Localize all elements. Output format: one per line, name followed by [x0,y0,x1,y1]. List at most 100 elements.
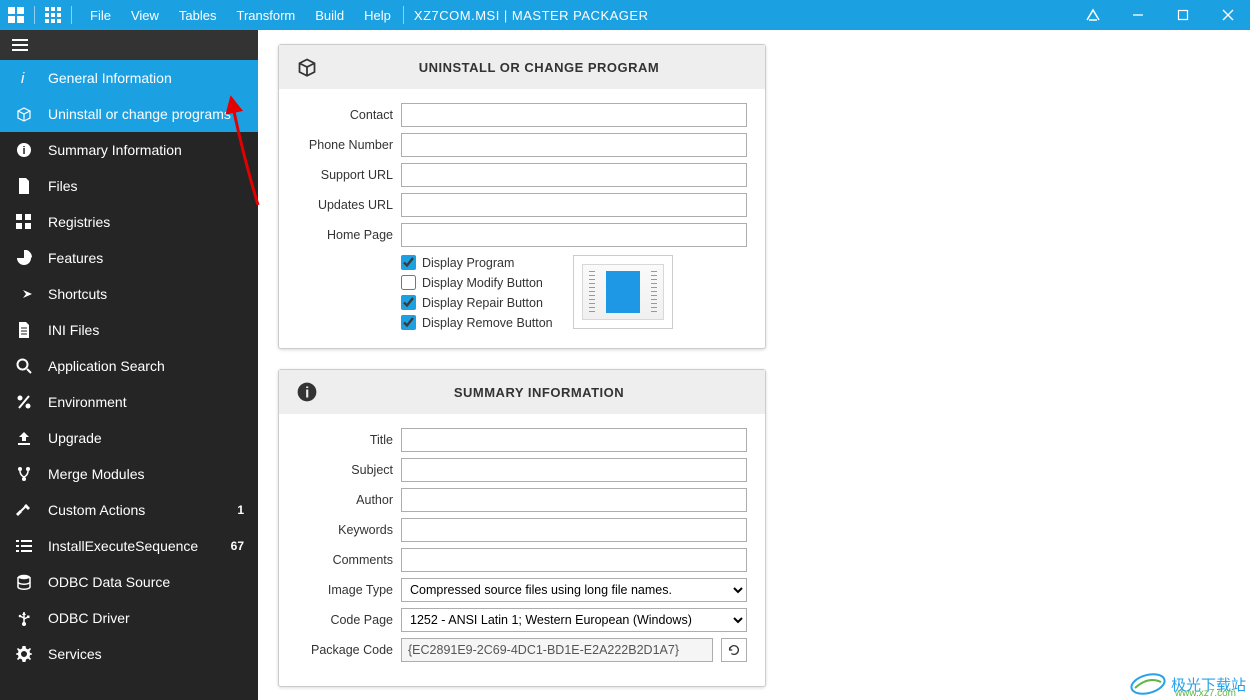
sidebar-item-odbc-driver[interactable]: ODBC Driver [0,600,258,636]
sidebar-item-uninstall[interactable]: Uninstall or change programs [0,96,258,132]
input-title[interactable] [401,428,747,452]
check-display-repair[interactable] [401,295,416,310]
badge: 1 [237,503,244,517]
info-italic-icon: i [14,70,34,86]
list-icon [14,538,34,554]
tools-icon [14,502,34,518]
sidebar-item-general-information[interactable]: i General Information [0,60,258,96]
sidebar-item-services[interactable]: Services [0,636,258,672]
doc-icon [14,322,34,338]
menu-help[interactable]: Help [354,0,401,30]
label-author: Author [297,493,393,507]
grid-icon[interactable] [43,5,63,25]
sidebar-item-label: InstallExecuteSequence [48,538,198,554]
panel-title: SUMMARY INFORMATION [329,385,749,400]
sidebar-item-environment[interactable]: Environment [0,384,258,420]
sidebar-item-label: Services [48,646,102,662]
sidebar-item-summary[interactable]: i Summary Information [0,132,258,168]
menu-view[interactable]: View [121,0,169,30]
label-updates: Updates URL [297,198,393,212]
package-icon [295,57,319,77]
close-button[interactable] [1205,0,1250,30]
sidebar-item-upgrade[interactable]: Upgrade [0,420,258,456]
panel-summary: i SUMMARY INFORMATION Title Subject Auth… [278,369,766,687]
label-package-code: Package Code [297,643,393,657]
sidebar: i General Information Uninstall or chang… [0,30,258,700]
label-keywords: Keywords [297,523,393,537]
sidebar-item-label: Shortcuts [48,286,107,302]
sidebar-item-merge[interactable]: Merge Modules [0,456,258,492]
sidebar-hamburger[interactable] [0,30,258,60]
sidebar-item-label: INI Files [48,322,99,338]
label-home: Home Page [297,228,393,242]
sidebar-item-label: Upgrade [48,430,102,446]
toolbar-extra-icon[interactable] [1070,0,1115,30]
percent-icon [14,394,34,410]
merge-icon [14,466,34,482]
grid-icon [14,214,34,230]
input-subject[interactable] [401,458,747,482]
input-keywords[interactable] [401,518,747,542]
check-label: Display Program [422,256,514,270]
sidebar-item-label: ODBC Data Source [48,574,170,590]
sidebar-item-ini[interactable]: INI Files [0,312,258,348]
input-contact[interactable] [401,103,747,127]
sidebar-item-odbc-source[interactable]: ODBC Data Source [0,564,258,600]
search-icon [14,358,34,374]
select-image-type[interactable]: Compressed source files using long file … [401,578,747,602]
label-support: Support URL [297,168,393,182]
badge: 67 [231,539,244,553]
select-code-page[interactable]: 1252 - ANSI Latin 1; Western European (W… [401,608,747,632]
share-icon [14,286,34,302]
menu-transform[interactable]: Transform [226,0,305,30]
check-display-modify[interactable] [401,275,416,290]
sidebar-item-label: Uninstall or change programs [48,106,231,122]
sidebar-item-label: Custom Actions [48,502,145,518]
input-comments[interactable] [401,548,747,572]
input-updates[interactable] [401,193,747,217]
watermark: 极光下载站 www.xz7.com [1129,670,1246,698]
check-display-remove[interactable] [401,315,416,330]
sidebar-item-install-sequence[interactable]: InstallExecuteSequence 67 [0,528,258,564]
sidebar-item-shortcuts[interactable]: Shortcuts [0,276,258,312]
check-label: Display Repair Button [422,296,543,310]
regenerate-button[interactable] [721,638,747,662]
window-title: XZ7COM.MSI | MASTER PACKAGER [406,8,649,23]
content-area: UNINSTALL OR CHANGE PROGRAM Contact Phon… [258,30,1250,700]
label-image-type: Image Type [297,583,393,597]
sidebar-item-label: Merge Modules [48,466,145,482]
sidebar-item-label: Features [48,250,103,266]
menu-tables[interactable]: Tables [169,0,227,30]
label-contact: Contact [297,108,393,122]
check-label: Display Remove Button [422,316,553,330]
check-display-program[interactable] [401,255,416,270]
maximize-button[interactable] [1160,0,1205,30]
panel-uninstall: UNINSTALL OR CHANGE PROGRAM Contact Phon… [278,44,766,349]
sidebar-item-label: Registries [48,214,110,230]
info-circle-icon: i [14,142,34,158]
menu-file[interactable]: File [80,0,121,30]
input-support[interactable] [401,163,747,187]
preview-thumbnail [573,255,673,329]
app-logo-icon [6,5,26,25]
upload-icon [14,430,34,446]
menu-build[interactable]: Build [305,0,354,30]
label-subject: Subject [297,463,393,477]
input-author[interactable] [401,488,747,512]
input-home[interactable] [401,223,747,247]
sidebar-item-custom-actions[interactable]: Custom Actions 1 [0,492,258,528]
sidebar-item-features[interactable]: Features [0,240,258,276]
panel-title: UNINSTALL OR CHANGE PROGRAM [329,60,749,75]
input-phone[interactable] [401,133,747,157]
pie-icon [14,250,34,266]
package-icon [14,106,34,122]
sidebar-item-label: General Information [48,70,172,86]
sidebar-item-label: ODBC Driver [48,610,130,626]
sidebar-item-search[interactable]: Application Search [0,348,258,384]
input-package-code[interactable]: {EC2891E9-2C69-4DC1-BD1E-E2A222B2D1A7} [401,638,713,662]
minimize-button[interactable] [1115,0,1160,30]
sidebar-item-registries[interactable]: Registries [0,204,258,240]
sidebar-item-files[interactable]: Files [0,168,258,204]
svg-text:i: i [21,70,25,86]
sidebar-item-label: Files [48,178,78,194]
